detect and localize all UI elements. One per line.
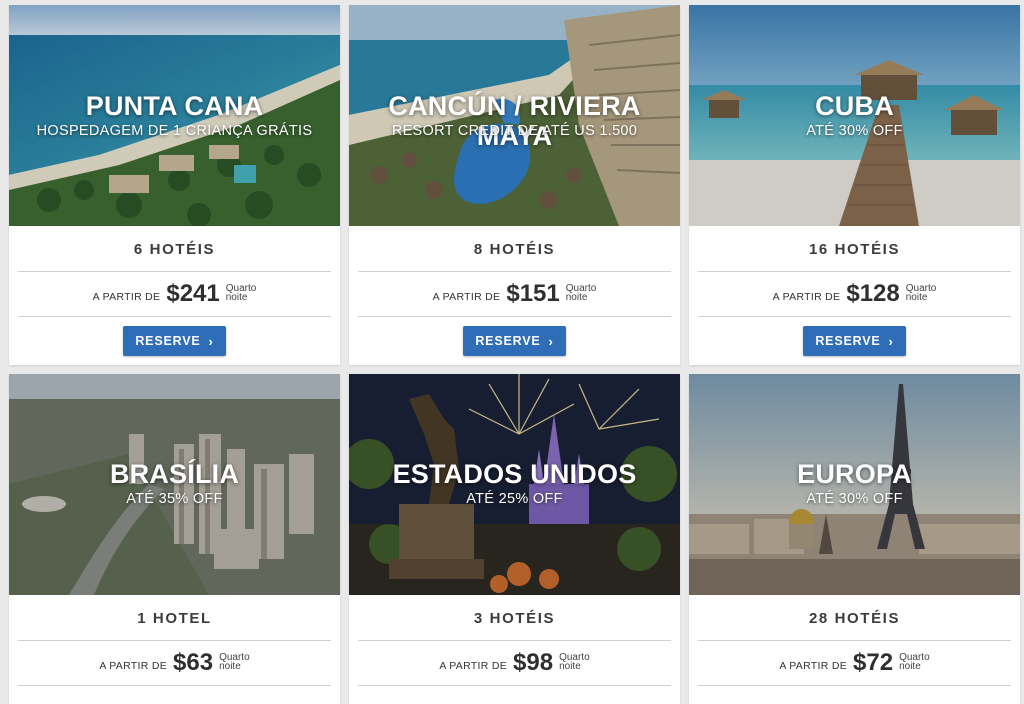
price-row: A PARTIR DE $151 Quarto noite xyxy=(358,272,671,317)
hotel-count: 6 HOTÉIS xyxy=(18,226,331,272)
price-unit: Quarto noite xyxy=(899,653,930,672)
chevron-right-icon: › xyxy=(548,333,554,349)
destination-card-brasilia[interactable]: BRASÍLIA ATÉ 35% OFF 1 HOTEL A PARTIR DE… xyxy=(9,374,340,704)
price-unit: Quarto noite xyxy=(565,284,597,303)
destination-card-cancun[interactable]: CANCÚN / RIVIERA MAYA RESORT CREDIT DE A… xyxy=(349,5,680,365)
destination-card-punta-cana[interactable]: PUNTA CANA HOSPEDAGEM DE 1 CRIANÇA GRÁTI… xyxy=(9,5,340,365)
reserve-button-label: RESERVE xyxy=(135,334,201,348)
destination-offer: ATÉ 25% OFF xyxy=(466,491,563,507)
destination-photo[interactable]: CUBA ATÉ 30% OFF xyxy=(689,5,1020,226)
hotel-count: 8 HOTÉIS xyxy=(358,226,671,272)
price-unit-night: noite xyxy=(899,661,921,672)
price-unit-night: noite xyxy=(219,661,241,672)
price-amount: $151 xyxy=(506,280,560,307)
price-prefix: A PARTIR DE xyxy=(99,660,168,672)
destination-photo[interactable]: BRASÍLIA ATÉ 35% OFF xyxy=(9,374,340,595)
price-amount: $63 xyxy=(173,649,214,676)
destination-photo[interactable]: CANCÚN / RIVIERA MAYA RESORT CREDIT DE A… xyxy=(349,5,680,226)
destination-title: PUNTA CANA xyxy=(85,91,264,121)
destination-photo[interactable]: ESTADOS UNIDOS ATÉ 25% OFF xyxy=(349,374,680,595)
price-row: A PARTIR DE $128 Quarto noite xyxy=(698,272,1011,317)
price-amount: $72 xyxy=(853,649,894,676)
destination-title: EUROPA xyxy=(797,459,912,489)
chevron-right-icon: › xyxy=(208,333,214,349)
destination-card-estados-unidos[interactable]: ESTADOS UNIDOS ATÉ 25% OFF 3 HOTÉIS A PA… xyxy=(349,374,680,704)
price-prefix: A PARTIR DE xyxy=(432,291,501,303)
price-row: A PARTIR DE $72 Quarto noite xyxy=(698,641,1011,686)
reserve-button[interactable]: RESERVE › xyxy=(123,326,226,356)
destination-offer: ATÉ 30% OFF xyxy=(806,491,903,507)
price-amount: $241 xyxy=(166,280,220,307)
price-prefix: A PARTIR DE xyxy=(439,660,508,672)
price-amount: $98 xyxy=(513,649,554,676)
destination-title: BRASÍLIA xyxy=(109,459,240,489)
reserve-button-label: RESERVE xyxy=(475,334,541,348)
price-unit-night: noite xyxy=(565,292,588,303)
destination-offer: HOSPEDAGEM DE 1 CRIANÇA GRÁTIS xyxy=(36,123,313,139)
reserve-button-label: RESERVE xyxy=(815,334,881,348)
price-row: A PARTIR DE $241 Quarto noite xyxy=(18,272,331,317)
price-prefix: A PARTIR DE xyxy=(779,660,848,672)
destination-title: ESTADOS UNIDOS xyxy=(392,459,637,489)
destination-card-europa[interactable]: EUROPA ATÉ 30% OFF 28 HOTÉIS A PARTIR DE… xyxy=(689,374,1020,704)
destination-offer: ATÉ 35% OFF xyxy=(126,491,223,507)
price-unit: Quarto noite xyxy=(225,284,257,303)
destination-offer: RESORT CREDIT DE ATÉ US 1.500 xyxy=(391,123,638,139)
hotel-count: 3 HOTÉIS xyxy=(358,595,671,641)
destinations-grid: PUNTA CANA HOSPEDAGEM DE 1 CRIANÇA GRÁTI… xyxy=(0,0,1024,704)
destination-card-cuba[interactable]: CUBA ATÉ 30% OFF 16 HOTÉIS A PARTIR DE $… xyxy=(689,5,1020,365)
price-prefix: A PARTIR DE xyxy=(92,291,161,303)
destination-photo[interactable]: PUNTA CANA HOSPEDAGEM DE 1 CRIANÇA GRÁTI… xyxy=(9,5,340,226)
reserve-button[interactable]: RESERVE › xyxy=(463,326,566,356)
price-unit-night: noite xyxy=(225,292,248,303)
destination-offer: ATÉ 30% OFF xyxy=(806,123,903,139)
destination-title: CANCÚN / RIVIERA MAYA xyxy=(388,91,641,151)
price-amount: $128 xyxy=(846,280,900,307)
destination-title: CUBA xyxy=(815,91,894,121)
hotel-count: 16 HOTÉIS xyxy=(698,226,1011,272)
price-unit-night: noite xyxy=(559,661,581,672)
hotel-count: 28 HOTÉIS xyxy=(698,595,1011,641)
destination-photo[interactable]: EUROPA ATÉ 30% OFF xyxy=(689,374,1020,595)
price-unit: Quarto noite xyxy=(559,653,590,672)
price-unit: Quarto noite xyxy=(905,284,937,303)
price-row: A PARTIR DE $63 Quarto noite xyxy=(18,641,331,686)
hotel-count: 1 HOTEL xyxy=(18,595,331,641)
price-unit: Quarto noite xyxy=(219,653,250,672)
price-unit-night: noite xyxy=(905,292,928,303)
price-prefix: A PARTIR DE xyxy=(772,291,841,303)
chevron-right-icon: › xyxy=(888,333,894,349)
price-row: A PARTIR DE $98 Quarto noite xyxy=(358,641,671,686)
reserve-button[interactable]: RESERVE › xyxy=(803,326,906,356)
